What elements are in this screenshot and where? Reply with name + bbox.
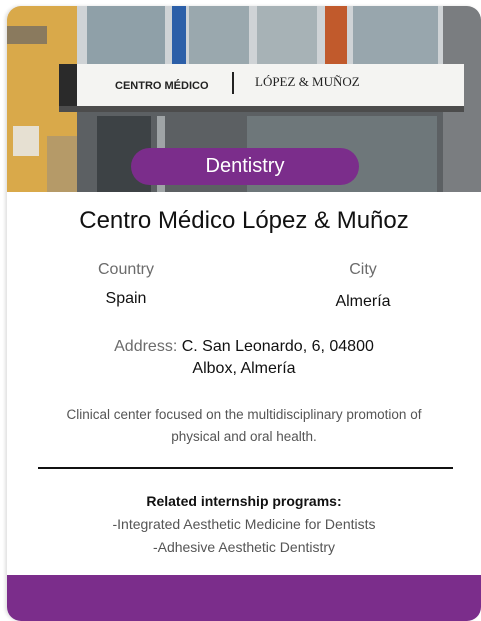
program-item: -Adhesive Aesthetic Dentistry (152, 539, 336, 555)
country-label: Country (97, 261, 155, 278)
category-tag: Dentistry (131, 148, 359, 185)
clinic-description: Clinical center focused on the multidisc… (66, 407, 422, 444)
section-divider (38, 467, 453, 469)
address-block: Address: C. San Leonardo, 6, 04800 Albox… (47, 336, 441, 380)
clinic-photo: CENTRO MÉDICO LÓPEZ & MUÑOZ Dentistry (7, 6, 481, 192)
address-line-1: C. San Leonardo, 6, 04800 (181, 338, 374, 355)
sign-text-lopez: LÓPEZ & MUÑOZ (255, 74, 360, 89)
card-footer-bar (7, 575, 481, 621)
country-value: Spain (105, 290, 147, 307)
country-block: Country Spain (36, 261, 216, 308)
sign-text-centro: CENTRO MÉDICO (115, 79, 209, 92)
clinic-card: CENTRO MÉDICO LÓPEZ & MUÑOZ Dentistry Ce… (7, 6, 481, 621)
address-line-2: Albox, Almería (192, 360, 296, 377)
address-label: Address: (114, 338, 178, 355)
clinic-title: Centro Médico López & Muñoz (79, 207, 409, 234)
programs-heading: Related internship programs: (146, 493, 342, 509)
city-block: City Almería (273, 261, 453, 311)
city-label: City (349, 261, 377, 278)
city-value: Almería (335, 293, 391, 310)
program-item: -Integrated Aesthetic Medicine for Denti… (112, 516, 376, 532)
programs-block: Related internship programs: -Integrated… (7, 490, 481, 559)
